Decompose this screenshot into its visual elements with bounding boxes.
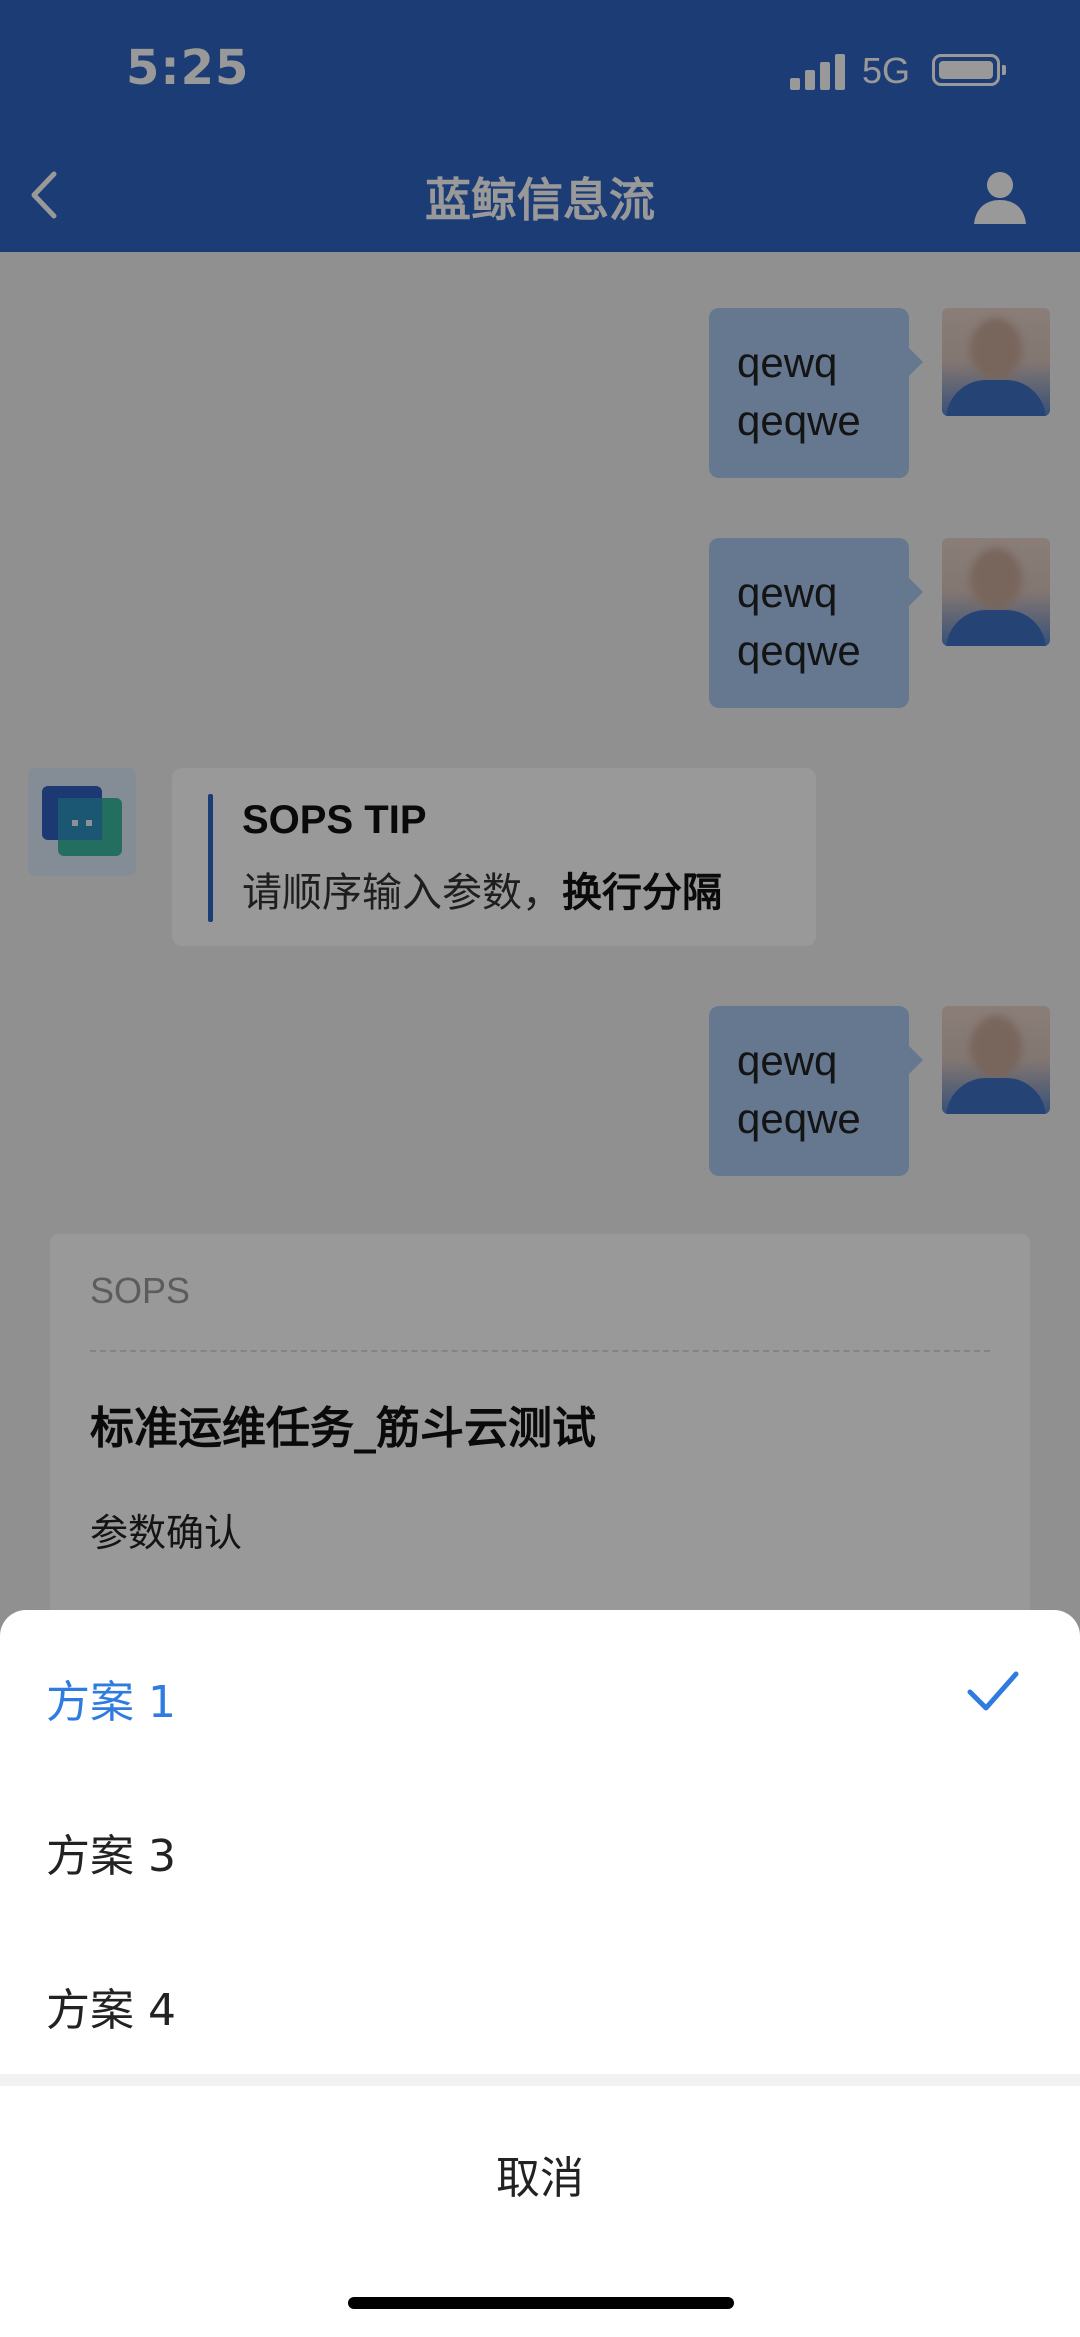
sheet-separator (0, 2074, 1080, 2086)
option-plan-1[interactable]: 方案 1 (0, 1616, 1080, 1770)
option-label: 方案 1 (46, 1677, 176, 1728)
cancel-button[interactable]: 取消 (0, 2086, 1080, 2246)
option-plan-3[interactable]: 方案 3 (0, 1770, 1080, 1924)
cancel-label: 取消 (496, 2153, 584, 2204)
option-label: 方案 3 (46, 1831, 176, 1882)
option-plan-4[interactable]: 方案 4 (0, 1924, 1080, 2078)
home-indicator[interactable] (348, 2297, 734, 2309)
action-sheet: 方案 1 方案 3 方案 4 取消 (0, 1610, 1080, 2337)
option-label: 方案 4 (46, 1985, 176, 2036)
checkmark-icon (967, 1671, 1019, 1711)
